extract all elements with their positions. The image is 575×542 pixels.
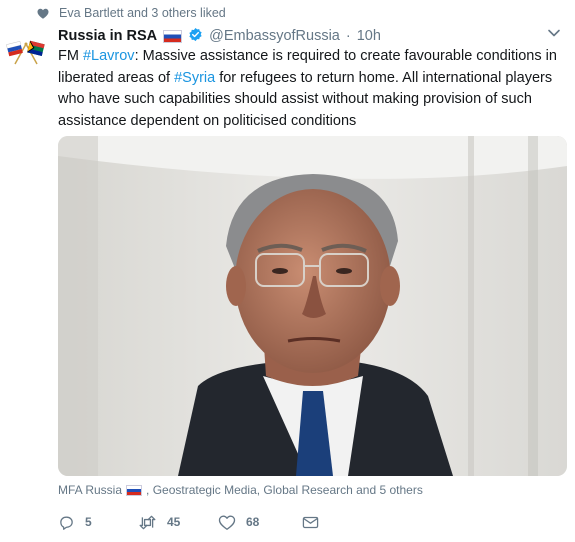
tweet-text: FM #Lavrov: Massive assistance is requir… xyxy=(58,46,564,132)
likers-rest[interactable]: , Geostrategic Media, Global Research an… xyxy=(146,483,423,497)
hashtag-lavrov[interactable]: #Lavrov xyxy=(83,48,135,64)
liker-name[interactable]: MFA Russia xyxy=(58,483,122,497)
retweet-count: 45 xyxy=(167,515,181,529)
handle[interactable]: @EmbassyofRussia xyxy=(209,28,340,44)
russia-flag-icon xyxy=(126,484,143,496)
envelope-icon xyxy=(302,515,319,530)
tweet-header: Russia in RSA @EmbassyofRussia · 10h xyxy=(58,26,381,46)
reply-icon xyxy=(58,514,75,531)
tweet-text-segment: FM xyxy=(58,48,83,64)
social-context-text: Eva Bartlett and 3 others liked xyxy=(59,6,226,20)
russia-flag-icon xyxy=(163,29,183,43)
reply-button[interactable]: 5 xyxy=(58,514,138,531)
tweet-actions: 5 45 68 xyxy=(58,511,319,533)
retweet-icon xyxy=(138,514,157,531)
reply-count: 5 xyxy=(85,515,92,529)
timestamp[interactable]: 10h xyxy=(357,28,381,44)
retweet-button[interactable]: 45 xyxy=(138,514,218,531)
heart-icon xyxy=(37,8,49,19)
heart-outline-icon xyxy=(218,514,236,531)
verified-icon xyxy=(188,27,203,46)
avatar[interactable] xyxy=(6,38,46,70)
chevron-down-icon[interactable] xyxy=(547,26,561,40)
direct-message-button[interactable] xyxy=(302,515,319,530)
display-name[interactable]: Russia in RSA xyxy=(58,28,157,44)
like-button[interactable]: 68 xyxy=(218,514,302,531)
likers-list[interactable]: MFA Russia , Geostrategic Media, Global … xyxy=(58,483,423,497)
social-context[interactable]: Eva Bartlett and 3 others liked xyxy=(37,4,226,22)
hashtag-syria[interactable]: #Syria xyxy=(174,70,215,86)
like-count: 68 xyxy=(246,515,260,529)
tweet-photo[interactable] xyxy=(58,136,567,476)
separator: · xyxy=(345,28,351,44)
